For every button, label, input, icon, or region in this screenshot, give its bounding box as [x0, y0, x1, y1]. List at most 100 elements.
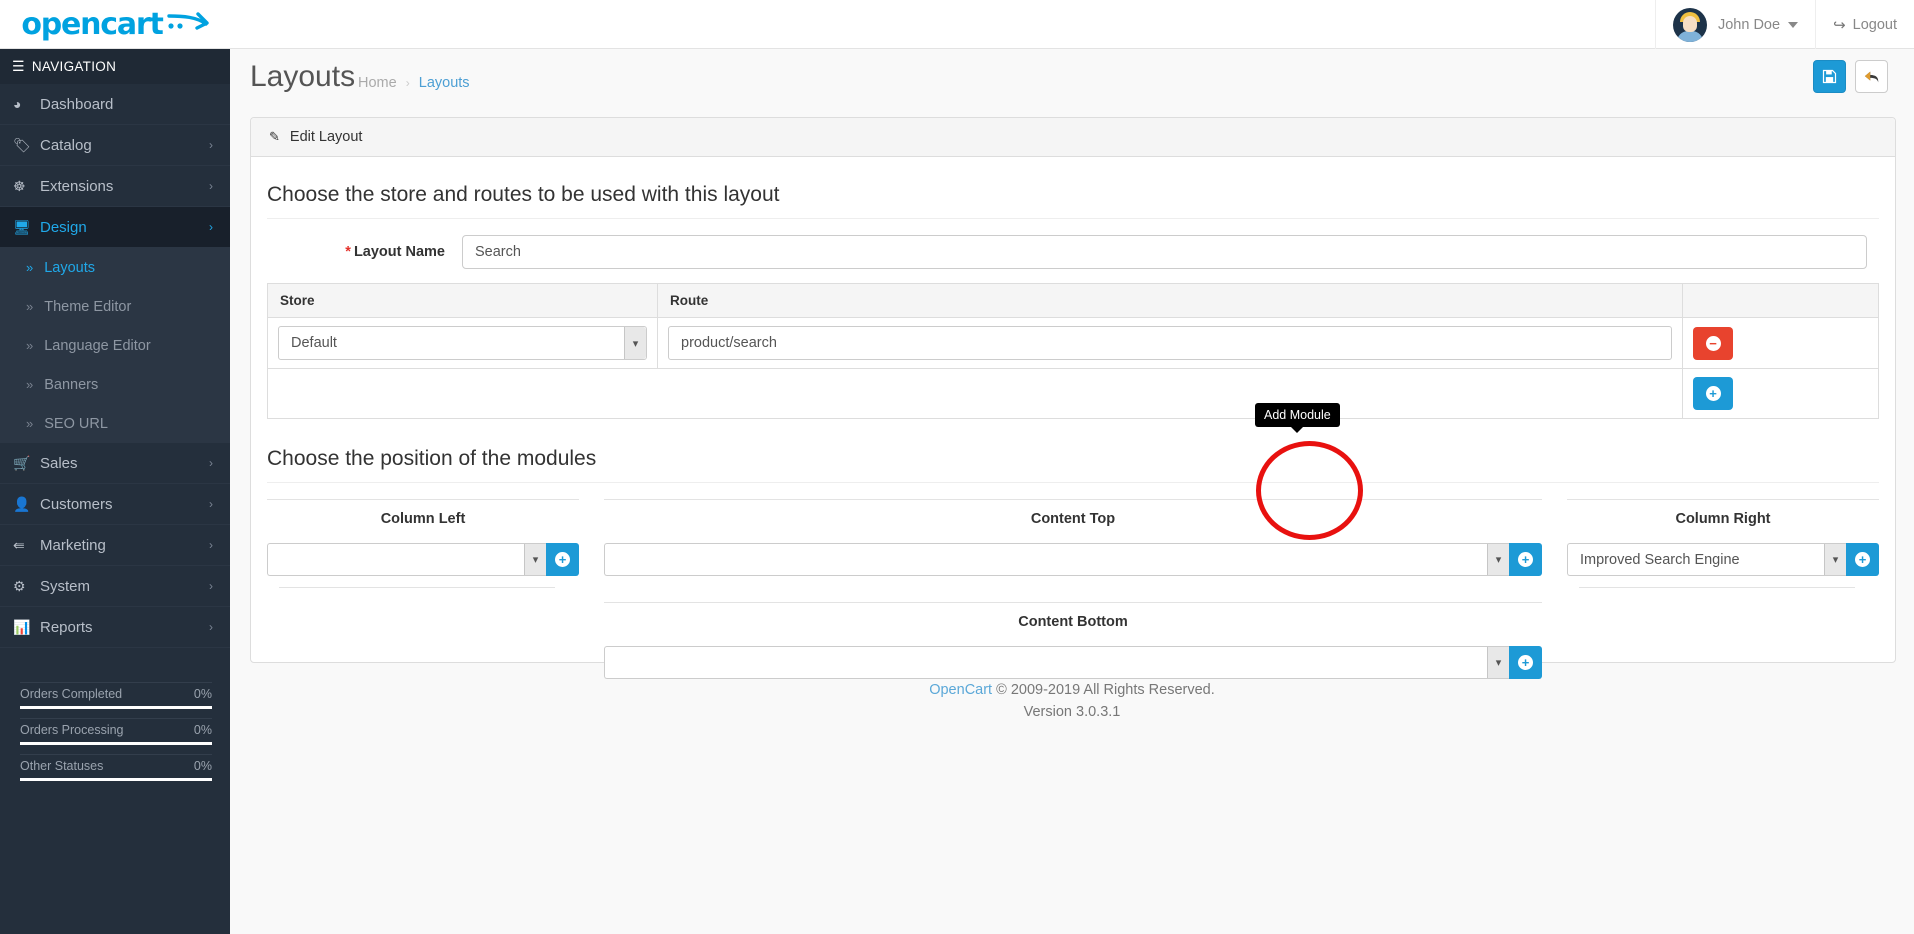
avatar [1672, 7, 1707, 42]
sidebar-subitem-theme-editor[interactable]: » Theme Editor [0, 287, 230, 326]
minus-circle-icon: − [1705, 335, 1721, 351]
chevron-down-icon: ▾ [1487, 647, 1509, 678]
sidebar-subitem-label: Theme Editor [44, 298, 132, 315]
chevron-right-icon: › [209, 220, 213, 234]
sidebar-item-label: Design [40, 218, 87, 236]
breadcrumb-home[interactable]: Home [358, 75, 397, 91]
sidebar-item-catalog[interactable]: 🏷 Catalog › [0, 125, 230, 166]
column-header-route: Route [657, 283, 1683, 318]
share-icon: ⇚ [13, 536, 25, 553]
sidebar-subitem-label: Banners [44, 376, 99, 393]
stat-value: 0% [193, 687, 212, 701]
bar-chart-icon: 📊 [13, 618, 31, 635]
save-button[interactable] [1813, 60, 1846, 93]
chevron-down-icon: ▾ [524, 544, 546, 575]
layout-name-input[interactable]: Search [462, 235, 1867, 269]
chevron-down-icon: ▾ [1824, 544, 1846, 575]
cell-empty [267, 368, 1683, 419]
puzzle-icon: ☸ [13, 177, 26, 194]
sidebar-item-label: Marketing [40, 536, 106, 554]
header-right-group: John Doe ↪ Logout [1654, 0, 1914, 49]
cart-icon: 🛒 [13, 454, 31, 471]
module-select-column-right[interactable]: Improved Search Engine ▾ [1567, 543, 1846, 576]
chevron-down-icon [1788, 21, 1799, 28]
logout-button[interactable]: ↪ Logout [1815, 0, 1914, 49]
sidebar-subitem-language-editor[interactable]: » Language Editor [0, 326, 230, 365]
modules-row-1: Column Left ▾ + Content Top ▾ + Column R… [267, 499, 1879, 588]
breadcrumb: Home › Layouts [358, 75, 470, 91]
sidebar-subitem-seo-url[interactable]: » SEO URL [0, 404, 230, 443]
module-column-right: Column Right Improved Search Engine ▾ + [1567, 499, 1879, 588]
column-header-store: Store [267, 283, 658, 318]
page-header: Layouts Home › Layouts [230, 49, 1914, 111]
hamburger-icon: ☰ [12, 58, 25, 74]
panel-header: ✎ Edit Layout [251, 118, 1895, 157]
footer-opencart-link[interactable]: OpenCart [929, 682, 992, 698]
sidebar-item-dashboard[interactable]: ◕ Dashboard [0, 84, 230, 125]
nav-header: ☰ NAVIGATION [0, 49, 230, 84]
add-route-button[interactable]: + [1693, 377, 1733, 410]
footer-copyright: © 2009-2019 All Rights Reserved. [992, 682, 1215, 698]
page-title: Layouts [250, 60, 356, 93]
section-title-routes: Choose the store and routes to be used w… [267, 177, 1879, 219]
sidebar-item-design[interactable]: 🖥 Design › [0, 207, 230, 248]
sidebar-item-label: Extensions [40, 177, 114, 195]
cell-add: + [1682, 368, 1879, 419]
plus-circle-icon: + [1855, 552, 1870, 567]
sidebar-subitem-layouts[interactable]: » Layouts [0, 248, 230, 287]
user-menu[interactable]: John Doe [1654, 0, 1815, 49]
sidebar-item-sales[interactable]: 🛒 Sales › [0, 443, 230, 484]
add-module-button-content-bottom[interactable]: + [1509, 646, 1542, 679]
add-module-button-content-top[interactable]: + [1509, 543, 1542, 576]
sidebar-item-customers[interactable]: 👤 Customers › [0, 484, 230, 525]
remove-route-button[interactable]: − [1693, 326, 1733, 360]
sidebar-item-extensions[interactable]: ☸ Extensions › [0, 166, 230, 207]
sidebar-item-label: Reports [40, 618, 93, 636]
pencil-icon: ✎ [269, 129, 280, 144]
module-content-top: Content Top ▾ + [604, 499, 1542, 588]
add-module-button-column-right[interactable]: + [1846, 543, 1879, 576]
table-header-row: Store Route [267, 283, 1879, 318]
plus-circle-icon: + [555, 552, 570, 567]
store-select[interactable]: Default ▾ [278, 326, 647, 360]
module-title: Column Left [380, 511, 466, 527]
gear-icon: ⚙ [13, 577, 26, 594]
sidebar-subitem-banners[interactable]: » Banners [0, 365, 230, 404]
store-select-value: Default [291, 335, 337, 351]
chevron-right-icon: › [209, 456, 213, 470]
chevron-right-icon: › [209, 620, 213, 634]
double-chevron-icon: » [26, 299, 34, 314]
modules-row-2: Content Bottom ▾ + [267, 602, 1879, 679]
sidebar-item-reports[interactable]: 📊 Reports › [0, 607, 230, 648]
module-select-column-left[interactable]: ▾ [267, 543, 546, 576]
module-title: Column Right [1675, 511, 1771, 527]
page-actions [1813, 60, 1888, 93]
chevron-right-icon: › [209, 497, 213, 511]
module-select-value: Improved Search Engine [1580, 551, 1740, 568]
sidebar-item-marketing[interactable]: ⇚ Marketing › [0, 525, 230, 566]
add-module-button-column-left[interactable]: + [546, 543, 579, 576]
chevron-right-icon: › [209, 579, 213, 593]
panel-heading-label: Edit Layout [289, 129, 363, 145]
layout-name-row: * Layout Name Search [267, 235, 1879, 269]
brand-logo[interactable]: opencart [0, 0, 230, 49]
double-chevron-icon: » [26, 416, 34, 431]
monitor-icon: 🖥 [13, 218, 31, 235]
footer-version: Version 3.0.3.1 [1023, 704, 1121, 721]
stat-progress-bar [20, 742, 212, 745]
breadcrumb-current[interactable]: Layouts [419, 75, 470, 91]
module-select-content-top[interactable]: ▾ [604, 543, 1509, 576]
sidebar-item-system[interactable]: ⚙ System › [0, 566, 230, 607]
route-input[interactable]: product/search [668, 326, 1672, 360]
double-chevron-icon: » [26, 338, 34, 353]
module-select-content-bottom[interactable]: ▾ [604, 646, 1509, 679]
back-button[interactable] [1855, 60, 1888, 93]
divider [1579, 576, 1855, 588]
cell-store: Default ▾ [267, 317, 658, 369]
routes-table: Store Route Default ▾ product/search − + [267, 283, 1879, 419]
chevron-down-icon: ▾ [624, 327, 646, 359]
stat-progress-bar [20, 778, 212, 781]
layout-name-label: * Layout Name [267, 244, 462, 260]
sidebar-item-label: System [40, 577, 91, 595]
dashboard-icon: ◕ [13, 96, 22, 112]
